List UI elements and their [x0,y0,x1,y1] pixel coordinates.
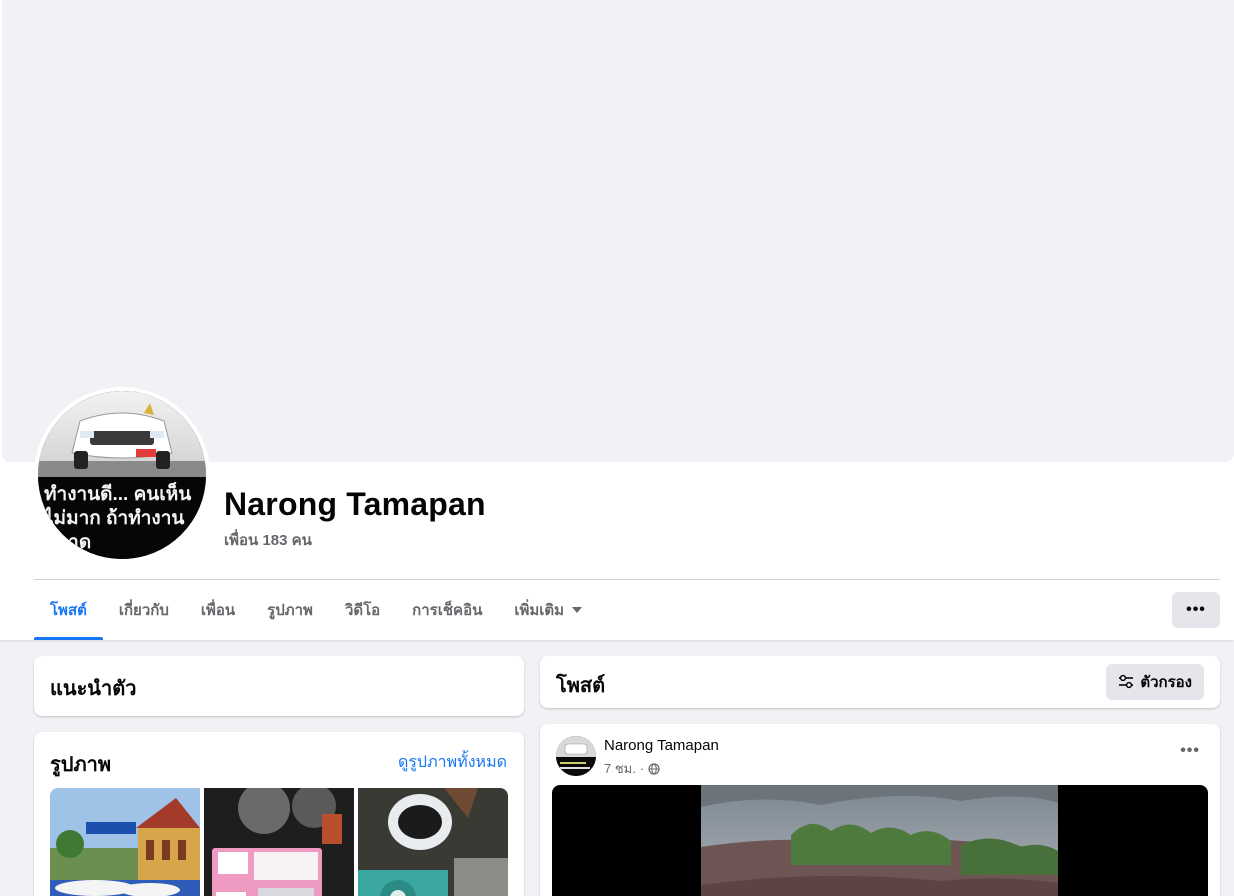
tab-checkins[interactable]: การเช็คอิน [396,580,498,640]
filter-label: ตัวกรอง [1140,674,1192,691]
tab-photos[interactable]: รูปภาพ [251,580,329,640]
avatar-caption: ทำงานดี... คนเห็นไม่มาก ถ้าทำงานพลาด [44,484,192,553]
post-author-avatar[interactable] [556,736,596,776]
post-media[interactable] [552,785,1208,896]
posts-header-card: โพสต์ ตัวกรอง [540,656,1220,708]
caret-down-icon [572,607,583,613]
friends-count[interactable]: เพื่อน 183 คน [224,528,312,552]
cover-photo[interactable] [2,0,1234,462]
photo-bucket-image [358,788,508,896]
photo-grid [50,788,508,896]
profile-page: ทำงานดี... คนเห็นไม่มาก ถ้าทำงานพลาด Nar… [0,0,1234,896]
profile-header: ทำงานดี... คนเห็นไม่มาก ถ้าทำงานพลาด Nar… [0,0,1234,640]
posts-title: โพสต์ [556,675,606,697]
post-author-name[interactable]: Narong Tamapan [604,737,719,754]
tab-videos[interactable]: วิดีโอ [329,580,396,640]
tab-posts[interactable]: โพสต์ [34,580,103,640]
tab-about[interactable]: เกี่ยวกับ [103,580,185,640]
photos-title: รูปภาพ [50,754,112,776]
profile-name: Narong Tamapan [224,486,486,522]
photo-temple-image [50,788,200,896]
post-avatar-image [556,736,596,776]
tab-friends[interactable]: เพื่อน [185,580,251,640]
photo-lottery-image [204,788,354,896]
photos-card: รูปภาพ ดูรูปภาพทั้งหมด [34,732,524,896]
photo-thumbnail[interactable] [50,788,200,896]
avatar: ทำงานดี... คนเห็นไม่มาก ถ้าทำงานพลาด [38,391,206,559]
filter-button[interactable]: ตัวกรอง [1106,664,1204,700]
post-landscape-image [701,785,1058,896]
filter-sliders-icon [1119,674,1134,689]
meta-separator: · [639,761,645,776]
profile-picture[interactable]: ทำงานดี... คนเห็นไม่มาก ถ้าทำงานพลาด [34,387,210,563]
globe-icon[interactable] [648,762,660,775]
tab-more[interactable]: เพิ่มเติม [498,580,598,640]
see-all-photos-link[interactable]: ดูรูปภาพทั้งหมด [398,750,507,775]
post-meta: 7 ชม. · [604,758,660,779]
intro-card: แนะนำตัว [34,656,524,716]
post-card: Narong Tamapan 7 ชม. · ••• [540,724,1220,896]
profile-more-button[interactable]: ••• [1172,592,1220,628]
profile-tabs: โพสต์ เกี่ยวกับ เพื่อน รูปภาพ วิดีโอ การ… [34,580,598,640]
intro-title: แนะนำตัว [50,678,137,700]
photo-thumbnail[interactable] [358,788,508,896]
post-options-button[interactable]: ••• [1180,742,1200,760]
post-time[interactable]: 7 ชม. [604,758,636,779]
photo-thumbnail[interactable] [204,788,354,896]
